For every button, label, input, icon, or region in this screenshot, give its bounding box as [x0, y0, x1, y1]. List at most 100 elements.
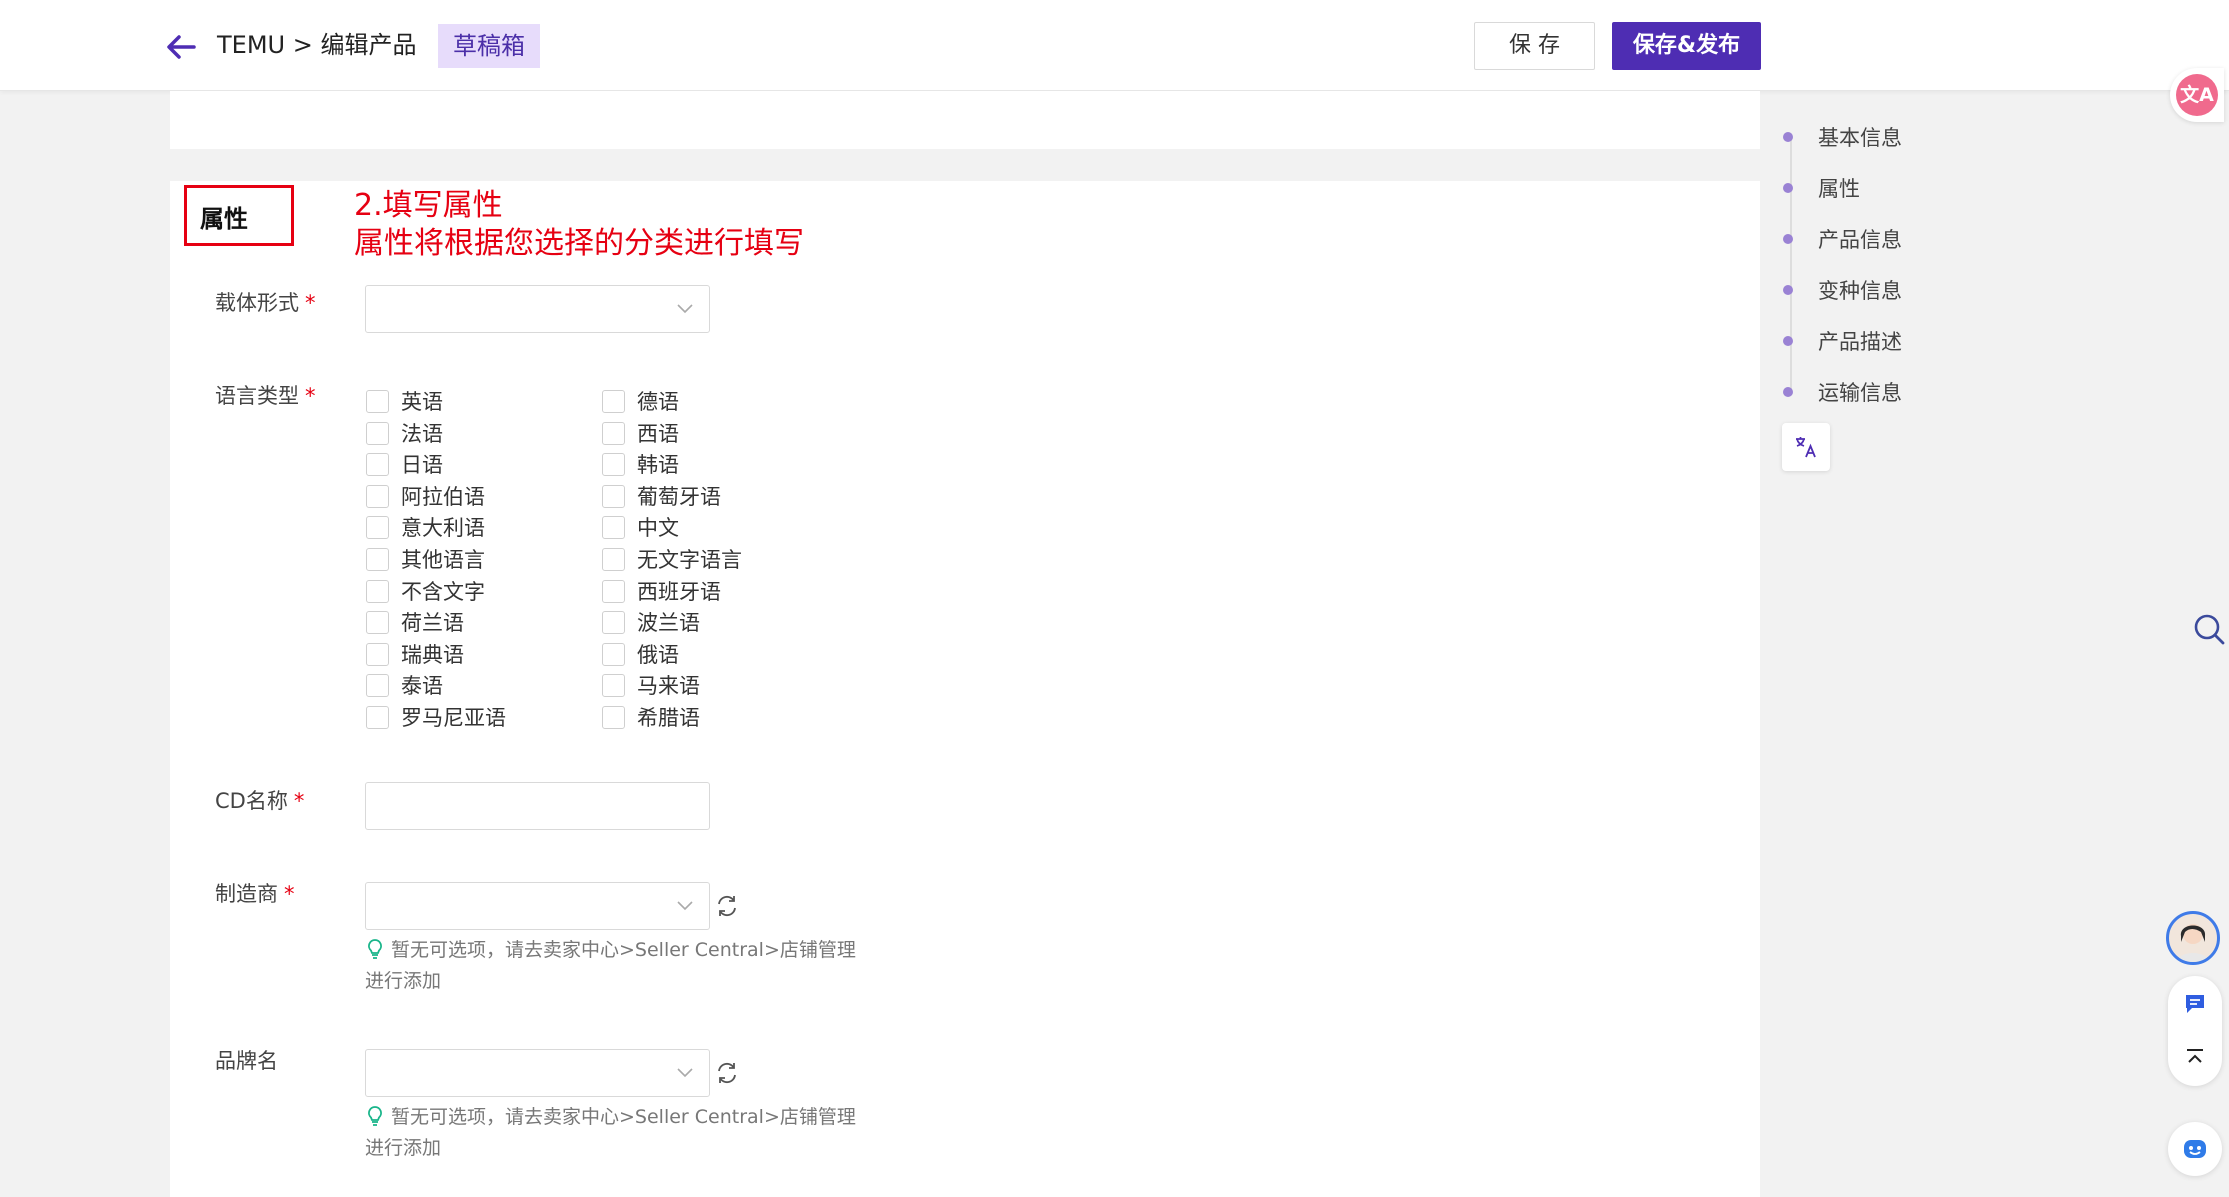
section-title: 属性 [200, 205, 248, 233]
language-checkbox[interactable]: 无文字语言 [602, 546, 742, 572]
manufacturer-hint: 暂无可选项，请去卖家中心>Seller Central>店铺管理 进行添加 [365, 939, 856, 992]
refresh-icon[interactable] [715, 894, 739, 918]
checkbox-label: 荷兰语 [401, 611, 464, 635]
language-checkbox[interactable]: 西语 [602, 420, 679, 446]
checkbox-label: 中文 [637, 516, 679, 540]
language-checkbox[interactable]: 日语 [366, 451, 443, 477]
agent-avatar-icon [2177, 924, 2209, 962]
language-checkbox[interactable]: 马来语 [602, 672, 700, 698]
language-checkbox[interactable]: 其他语言 [366, 546, 485, 572]
translate-button[interactable] [1782, 423, 1830, 471]
checkbox-label: 葡萄牙语 [637, 485, 721, 509]
checkbox-label: 西班牙语 [637, 580, 721, 604]
checkbox-box[interactable] [602, 389, 625, 413]
side-nav-item-description[interactable]: 产品描述 [1783, 326, 1902, 356]
language-checkbox[interactable]: 希腊语 [602, 704, 700, 730]
checkbox-label: 泰语 [401, 674, 443, 698]
checkbox-box[interactable] [602, 452, 625, 476]
carrier-label: 载体形式 * [215, 291, 316, 315]
manufacturer-label: 制造商 * [215, 882, 295, 906]
search-icon[interactable] [2192, 612, 2226, 646]
checkbox-box[interactable] [602, 642, 625, 666]
nav-dot [1783, 132, 1793, 142]
language-checkbox[interactable]: 阿拉伯语 [366, 483, 485, 509]
manufacturer-select[interactable] [365, 882, 710, 930]
checkbox-box[interactable] [602, 515, 625, 539]
side-nav-item-product-info[interactable]: 产品信息 [1783, 224, 1902, 254]
checkbox-box[interactable] [366, 452, 389, 476]
translate-icon: 文A [2176, 74, 2218, 116]
save-publish-button[interactable]: 保存&发布 [1612, 22, 1761, 70]
checkbox-label: 无文字语言 [637, 548, 742, 572]
checkbox-box[interactable] [366, 547, 389, 571]
checkbox-label: 韩语 [637, 453, 679, 477]
back-arrow-icon[interactable] [164, 30, 198, 64]
side-nav-item-shipping[interactable]: 运输信息 [1783, 377, 1902, 407]
brand-select[interactable] [365, 1049, 710, 1097]
checkbox-label: 德语 [637, 390, 679, 414]
side-nav-item-variant-info[interactable]: 变种信息 [1783, 275, 1902, 305]
side-nav-item-attributes[interactable]: 属性 [1783, 173, 1860, 203]
language-checkbox[interactable]: 泰语 [366, 672, 443, 698]
checkbox-box[interactable] [366, 389, 389, 413]
checkbox-box[interactable] [366, 515, 389, 539]
checkbox-box[interactable] [602, 484, 625, 508]
checkbox-box[interactable] [602, 579, 625, 603]
checkbox-label: 希腊语 [637, 706, 700, 730]
checkbox-label: 马来语 [637, 674, 700, 698]
language-checkbox[interactable]: 荷兰语 [366, 609, 464, 635]
language-checkbox[interactable]: 法语 [366, 420, 443, 446]
language-checkbox[interactable]: 中文 [602, 514, 679, 540]
cd-name-input[interactable] [365, 782, 710, 830]
language-checkbox[interactable]: 德语 [602, 388, 679, 414]
language-checkbox[interactable]: 西班牙语 [602, 578, 721, 604]
checkbox-label: 不含文字 [401, 580, 485, 604]
assistant-bot-button[interactable] [2168, 1122, 2222, 1176]
language-checkbox[interactable]: 韩语 [602, 451, 679, 477]
language-checkbox[interactable]: 罗马尼亚语 [366, 704, 506, 730]
checkbox-box[interactable] [602, 610, 625, 634]
refresh-icon[interactable] [715, 1061, 739, 1085]
checkbox-box[interactable] [366, 484, 389, 508]
language-checkbox[interactable]: 不含文字 [366, 578, 485, 604]
checkbox-box[interactable] [602, 547, 625, 571]
nav-dot [1783, 183, 1793, 193]
chevron-down-icon [677, 304, 693, 314]
carrier-select[interactable] [365, 285, 710, 333]
nav-dot [1783, 234, 1793, 244]
chevron-down-icon [677, 901, 693, 911]
chevron-down-icon [677, 1068, 693, 1078]
checkbox-box[interactable] [366, 610, 389, 634]
checkbox-box[interactable] [366, 421, 389, 445]
lightbulb-icon [368, 1106, 382, 1126]
checkbox-box[interactable] [602, 421, 625, 445]
checkbox-box[interactable] [366, 579, 389, 603]
language-checkbox[interactable]: 俄语 [602, 641, 679, 667]
support-agent-avatar[interactable] [2166, 911, 2220, 965]
checkbox-box[interactable] [366, 642, 389, 666]
language-checkbox[interactable]: 瑞典语 [366, 641, 464, 667]
checkbox-box[interactable] [366, 673, 389, 697]
language-checkbox[interactable]: 英语 [366, 388, 443, 414]
checkbox-box[interactable] [602, 705, 625, 729]
translate-icon [1796, 437, 1816, 458]
checkbox-box[interactable] [366, 705, 389, 729]
nav-dot [1783, 336, 1793, 346]
checkbox-label: 波兰语 [637, 611, 700, 635]
required-mark: * [293, 789, 305, 813]
checkbox-label: 罗马尼亚语 [401, 706, 506, 730]
floating-translate-button[interactable]: 文A [2170, 68, 2224, 122]
chat-icon[interactable] [2183, 992, 2207, 1016]
bot-icon [2184, 1140, 2206, 1158]
language-checkbox[interactable]: 意大利语 [366, 514, 485, 540]
back-to-top-icon[interactable] [2183, 1046, 2207, 1070]
top-bar: TEMU > 编辑产品 草稿箱 保 存 保存&发布 [0, 0, 2229, 91]
save-button[interactable]: 保 存 [1474, 22, 1595, 70]
checkbox-box[interactable] [602, 673, 625, 697]
required-mark: * [284, 882, 295, 906]
language-checkbox[interactable]: 葡萄牙语 [602, 483, 721, 509]
side-nav-item-basic-info[interactable]: 基本信息 [1783, 122, 1902, 152]
checkbox-label: 英语 [401, 390, 443, 414]
language-checkbox[interactable]: 波兰语 [602, 609, 700, 635]
checkbox-label: 西语 [637, 422, 679, 446]
